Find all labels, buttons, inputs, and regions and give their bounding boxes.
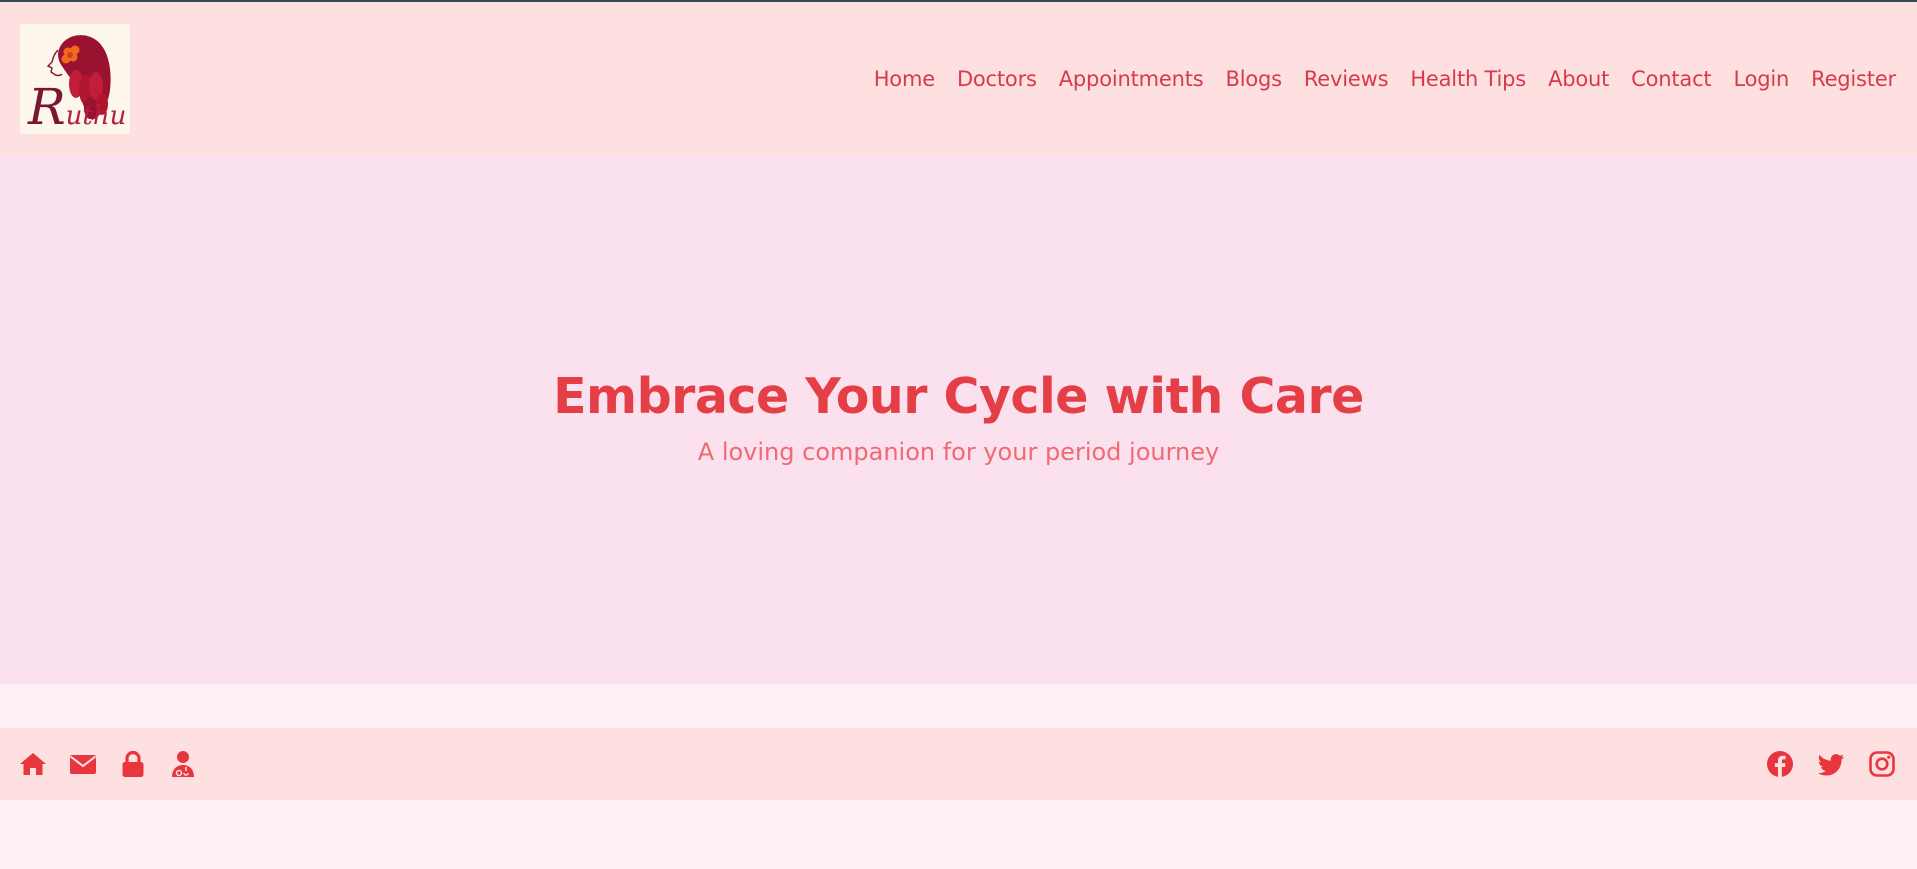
header: Ruthu Home Doctors Appointments Blogs Re… <box>0 2 1917 156</box>
hero-title: Embrace Your Cycle with Care <box>553 368 1364 425</box>
instagram-icon[interactable] <box>1867 749 1897 779</box>
nav-login[interactable]: Login <box>1733 67 1789 91</box>
nav-doctors[interactable]: Doctors <box>957 67 1037 91</box>
nav-appointments[interactable]: Appointments <box>1059 67 1204 91</box>
footer-left-icons <box>18 749 198 779</box>
envelope-icon[interactable] <box>68 749 98 779</box>
twitter-icon[interactable] <box>1816 749 1846 779</box>
home-icon[interactable] <box>18 749 48 779</box>
hero-subtitle: A loving companion for your period journ… <box>697 438 1220 466</box>
lock-icon[interactable] <box>118 749 148 779</box>
footer-social-icons <box>1765 749 1897 779</box>
nav-reviews[interactable]: Reviews <box>1304 67 1389 91</box>
nav-health-tips[interactable]: Health Tips <box>1410 67 1526 91</box>
facebook-icon[interactable] <box>1765 749 1795 779</box>
hero-section: Embrace Your Cycle with Care A loving co… <box>0 156 1917 684</box>
logo-wordmark: Ruthu <box>28 82 126 132</box>
nav-contact[interactable]: Contact <box>1631 67 1712 91</box>
nav-about[interactable]: About <box>1548 67 1609 91</box>
logo[interactable]: Ruthu <box>20 24 130 134</box>
nav-blogs[interactable]: Blogs <box>1225 67 1282 91</box>
footer-bar <box>0 728 1917 800</box>
logo-rest: uthu <box>65 101 127 131</box>
logo-letter: R <box>28 78 66 136</box>
nav-register[interactable]: Register <box>1811 67 1896 91</box>
doctor-icon[interactable] <box>168 749 198 779</box>
nav-home[interactable]: Home <box>874 67 935 91</box>
main-nav: Home Doctors Appointments Blogs Reviews … <box>874 67 1896 91</box>
